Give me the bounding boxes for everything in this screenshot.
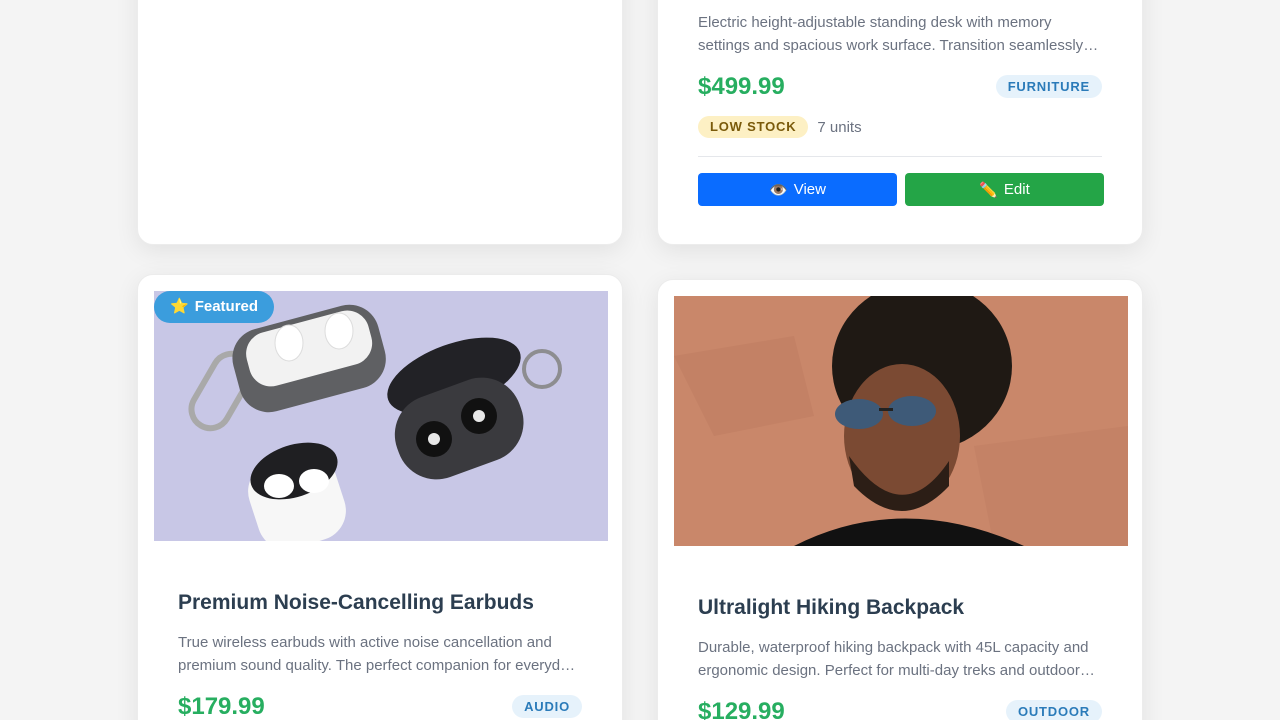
featured-badge: ⭐ Featured [154,291,275,323]
product-price: $179.99 [178,693,265,720]
category-badge: FURNITURE [995,75,1102,98]
featured-label: Featured [194,298,259,315]
product-card-standing-desk: Electric height-adjustable standing desk… [657,0,1143,245]
product-title[interactable]: Premium Noise-Cancelling Earbuds [178,591,582,615]
star-icon: ⭐ [170,298,189,315]
earbuds-illustration [154,291,608,541]
stock-info: LOW STOCK 7 units [698,116,862,138]
product-card-earbuds[interactable]: ⭐ Featured Premium Noise-Cancelling Earb… [137,274,623,720]
divider [698,156,1102,157]
view-button-label: View [793,181,826,198]
product-image-earbuds [154,291,608,541]
product-card [137,0,623,245]
stock-status-badge: LOW STOCK [698,116,809,138]
category-badge: OUTDOOR [1005,700,1102,720]
person-with-hat-illustration [674,296,1128,546]
product-grid: Electric height-adjustable standing desk… [0,0,1280,720]
product-title[interactable]: Ultralight Hiking Backpack [698,596,1102,620]
category-badge: AUDIO [512,695,582,718]
edit-button[interactable]: ✏️ Edit [905,173,1104,206]
product-card-backpack[interactable]: Ultralight Hiking Backpack Durable, wate… [657,279,1143,720]
product-description: Durable, waterproof hiking backpack with… [698,639,1089,679]
stock-units: 7 units [817,118,862,136]
product-image-backpack [674,296,1128,546]
edit-button-label: Edit [1003,181,1030,198]
eye-icon: 👁️ [769,181,788,199]
pencil-icon: ✏️ [979,181,998,199]
product-description: True wireless earbuds with active noise … [178,634,576,674]
view-button[interactable]: 👁️ View [698,173,897,206]
product-description: Electric height-adjustable standing desk… [698,14,1084,54]
product-price: $129.99 [698,698,785,720]
product-price: $499.99 [698,73,785,100]
